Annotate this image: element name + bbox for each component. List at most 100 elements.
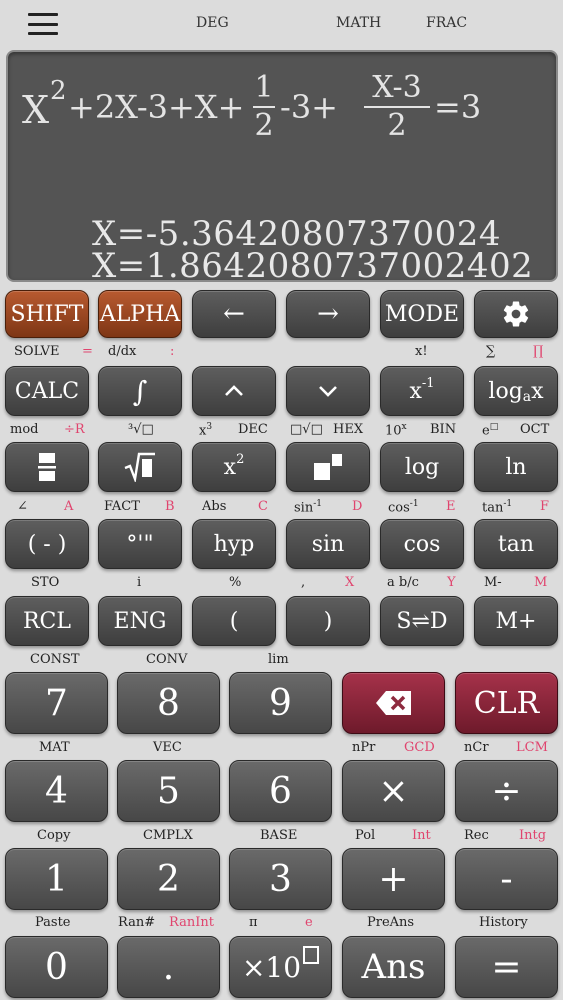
history-label: History	[479, 915, 528, 930]
euler-label: e	[305, 915, 313, 930]
var-c-label: C	[258, 499, 268, 514]
conv-label: CONV	[146, 652, 188, 667]
ln-button[interactable]: ln	[474, 442, 558, 492]
equals-button[interactable]: =	[455, 936, 558, 998]
ddx-label: d/dx	[108, 344, 137, 359]
factorial-label: x!	[415, 344, 428, 359]
base-label: BASE	[260, 828, 298, 843]
acos-label: cos-1	[388, 499, 419, 516]
mat-label: MAT	[39, 740, 70, 755]
integral-button[interactable]: ∫	[98, 366, 182, 416]
rec-label: Rec	[464, 828, 489, 843]
cursor-down-button[interactable]	[286, 366, 370, 416]
percent-label: %	[229, 575, 242, 590]
gear-icon	[503, 301, 529, 327]
delete-button[interactable]	[342, 672, 445, 734]
cube-root-label: ³√□	[128, 422, 154, 437]
chevron-up-icon	[225, 385, 243, 396]
log-button[interactable]: log	[380, 442, 464, 492]
product-label: ∏	[533, 344, 544, 359]
const-label: CONST	[30, 652, 80, 667]
digit-1-button[interactable]: 1	[5, 848, 108, 910]
cursor-left-button[interactable]: ←	[192, 290, 276, 338]
colon-label: :	[170, 344, 175, 359]
reciprocal-button[interactable]: x -1	[380, 366, 464, 416]
cursor-up-button[interactable]	[192, 366, 276, 416]
calc-button[interactable]: CALC	[5, 366, 89, 416]
exp10-button[interactable]: ×10	[229, 936, 332, 998]
sum-label: ∑	[486, 344, 496, 359]
settings-button[interactable]	[474, 290, 558, 338]
paste-label: Paste	[35, 915, 71, 930]
m-minus-label: M-	[484, 575, 502, 590]
ranint-label: RanInt	[169, 915, 214, 930]
multiply-button[interactable]: ×	[342, 760, 445, 822]
shift-button[interactable]: SHIFT	[5, 290, 89, 338]
plus-button[interactable]: +	[342, 848, 445, 910]
square-button[interactable]: x2	[192, 442, 276, 492]
clear-button[interactable]: CLR	[455, 672, 558, 734]
nth-root-label: □√□	[290, 422, 323, 437]
sqrt-button[interactable]	[98, 442, 182, 492]
var-x-label: X	[345, 575, 355, 590]
npr-label: nPr	[352, 740, 376, 755]
copy-label: Copy	[37, 828, 71, 843]
negative-button[interactable]: ( - )	[5, 519, 89, 569]
ten-power-label: 10x	[385, 422, 407, 439]
bin-label: BIN	[430, 422, 457, 437]
sin-button[interactable]: sin	[286, 519, 370, 569]
log-base-button[interactable]: log a x	[474, 366, 558, 416]
preans-label: PreAns	[367, 915, 415, 930]
equal-alpha-label: =	[82, 344, 93, 359]
digit-2-button[interactable]: 2	[117, 848, 220, 910]
alpha-button[interactable]: ALPHA	[98, 290, 182, 338]
x-cubed-label: x3	[199, 422, 213, 439]
digit-6-button[interactable]: 6	[229, 760, 332, 822]
tan-button[interactable]: tan	[474, 519, 558, 569]
digit-3-button[interactable]: 3	[229, 848, 332, 910]
digit-8-button[interactable]: 8	[117, 672, 220, 734]
oct-label: OCT	[520, 422, 550, 437]
menu-icon[interactable]	[28, 13, 58, 35]
abs-label: Abs	[202, 499, 227, 514]
var-a-label: A	[64, 499, 74, 514]
digit-0-button[interactable]: 0	[5, 936, 108, 998]
digit-4-button[interactable]: 4	[5, 760, 108, 822]
lcm-label: LCM	[516, 740, 548, 755]
ran-label: Ran#	[118, 915, 156, 930]
angle-label: ∠	[17, 499, 28, 514]
hyp-button[interactable]: hyp	[192, 519, 276, 569]
digit-5-button[interactable]: 5	[117, 760, 220, 822]
cos-button[interactable]: cos	[380, 519, 464, 569]
open-paren-button[interactable]: (	[192, 596, 276, 646]
close-paren-button[interactable]: )	[286, 596, 370, 646]
pol-label: Pol	[355, 828, 376, 843]
digit-9-button[interactable]: 9	[229, 672, 332, 734]
display-screen[interactable]: X 2 +2X-3+X+ 1 2 -3+ X-3 2 =3 X=-5.36420…	[6, 50, 558, 282]
mode-button[interactable]: MODE	[380, 290, 464, 338]
cursor-right-button[interactable]: →	[286, 290, 370, 338]
backspace-icon	[375, 691, 411, 715]
status-bar: DEG MATH FRAC	[0, 0, 563, 46]
cmplx-label: CMPLX	[143, 828, 193, 843]
eng-button[interactable]: ENG	[98, 596, 182, 646]
div-r-label: ÷R	[64, 422, 85, 437]
ans-button[interactable]: Ans	[342, 936, 445, 998]
dms-button[interactable]: °'"	[98, 519, 182, 569]
pi-label: π	[249, 915, 258, 930]
fraction-button[interactable]	[5, 442, 89, 492]
comma-label: ,	[301, 575, 306, 590]
decimal-button[interactable]: .	[117, 936, 220, 998]
s-to-d-button[interactable]: S⇌D	[380, 596, 464, 646]
hex-label: HEX	[333, 422, 364, 437]
var-f-label: F	[540, 499, 550, 514]
m-plus-button[interactable]: M+	[474, 596, 558, 646]
output-mode: FRAC	[426, 15, 468, 31]
rcl-button[interactable]: RCL	[5, 596, 89, 646]
fact-label: FACT	[104, 499, 140, 514]
digit-7-button[interactable]: 7	[5, 672, 108, 734]
minus-button[interactable]: -	[455, 848, 558, 910]
gcd-label: GCD	[404, 740, 435, 755]
power-button[interactable]	[286, 442, 370, 492]
divide-button[interactable]: ÷	[455, 760, 558, 822]
